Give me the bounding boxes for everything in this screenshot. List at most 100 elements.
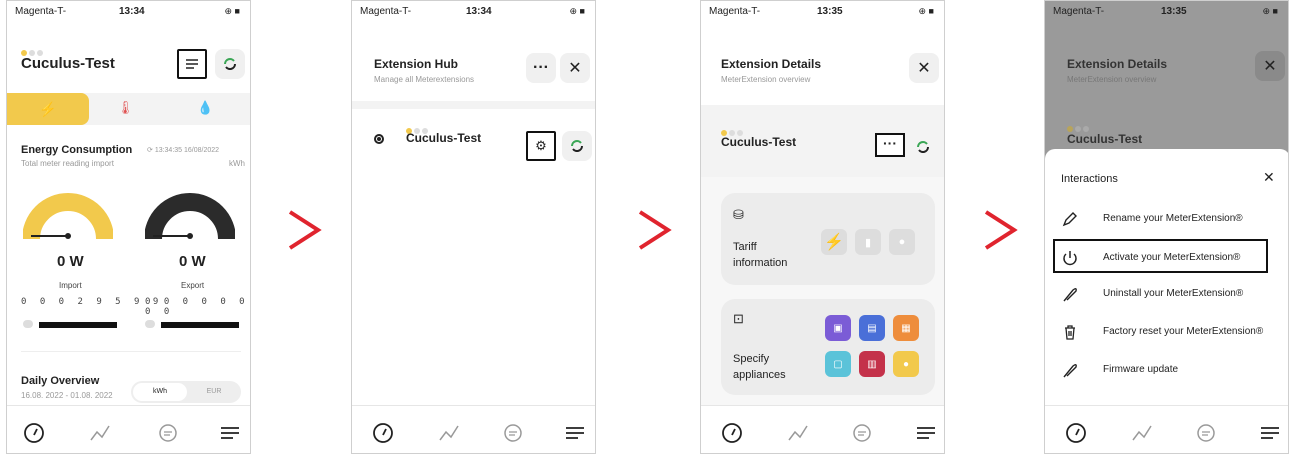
chat-nav-icon[interactable]: [500, 420, 526, 446]
refresh-button[interactable]: [562, 131, 592, 161]
menu-nav-icon[interactable]: [217, 420, 243, 446]
export-label: Export: [181, 281, 205, 290]
extension-name[interactable]: Cuculus-Test: [406, 131, 481, 145]
water-tile: ●: [889, 229, 915, 255]
bottom-nav: [7, 405, 250, 453]
fridge-icon: ▤: [867, 322, 877, 334]
electricity-tile: ⚡: [821, 229, 847, 255]
menu-button[interactable]: [177, 49, 207, 79]
gauge-nav-icon[interactable]: [1063, 420, 1089, 446]
more-button[interactable]: ···: [526, 53, 556, 83]
refresh-button[interactable]: [215, 49, 245, 79]
tariff-card[interactable]: ⛁ Tariff information ⚡ ▮ ●: [721, 193, 935, 285]
rename-extension-item[interactable]: Rename your MeterExtension®: [1045, 202, 1288, 236]
sheet-title: Interactions: [1061, 173, 1118, 185]
tab-water[interactable]: 💧: [197, 100, 213, 116]
close-button[interactable]: ✕: [560, 53, 590, 83]
clock: 13:35: [817, 6, 843, 17]
energy-tabs: ⚡ 🌡 💧: [7, 93, 250, 125]
factory-reset-label: Factory reset your MeterExtension®: [1103, 326, 1264, 337]
import-gauge: [23, 193, 113, 240]
flow-arrow-3: [984, 210, 1018, 250]
socket-icon: ▥: [867, 358, 877, 370]
refresh-icon: [224, 58, 236, 70]
settings-button[interactable]: ⚙: [526, 131, 556, 161]
daily-overview-title: Daily Overview: [21, 375, 100, 387]
gauge-nav-icon[interactable]: [719, 420, 745, 446]
lightning-icon: ⚡: [39, 100, 57, 117]
washer-icon: ▢: [833, 358, 843, 370]
close-button[interactable]: ✕: [909, 53, 939, 83]
tab-electricity[interactable]: ⚡: [7, 93, 89, 125]
coins-icon: ⛁: [733, 207, 744, 222]
trash-icon: [1065, 325, 1075, 340]
gauge-nav-icon[interactable]: [370, 420, 396, 446]
import-label: Import: [59, 281, 82, 290]
menu-nav-icon[interactable]: [913, 420, 939, 446]
feather-icon: [1063, 288, 1077, 302]
factory-reset-item[interactable]: Factory reset your MeterExtension®: [1045, 315, 1288, 349]
appliance-tile-lamp: ●: [893, 351, 919, 377]
toggle-eur[interactable]: EUR: [189, 383, 239, 401]
battery-icon: ⊕ ■: [918, 6, 934, 16]
export-badge: [145, 320, 155, 328]
tab-heat[interactable]: 🌡: [117, 100, 134, 116]
status-bar: Magenta-T- 13:34 ⊕ ■: [352, 1, 595, 25]
refresh-icon[interactable]: [915, 139, 931, 155]
import-value: 0 W: [57, 253, 84, 270]
oven-icon: ▣: [833, 322, 843, 334]
sheet-close-button[interactable]: ✕: [1263, 169, 1275, 186]
timestamp: ⟳ 13:34:35 16/08/2022: [147, 147, 220, 154]
screen-extension-details: Magenta-T- 13:35 ⊕ ■ Extension Details M…: [700, 0, 945, 454]
dishwasher-icon: ▦: [901, 322, 911, 334]
chart-nav-icon[interactable]: [1129, 420, 1155, 446]
activate-extension-item[interactable]: Activate your MeterExtension®: [1053, 239, 1268, 273]
page-subtitle: MeterExtension overview: [1067, 75, 1157, 84]
section-subtitle: Total meter reading import: [21, 159, 114, 168]
appliance-tile-socket: ▥: [859, 351, 885, 377]
carrier-label: Magenta-T-: [15, 6, 67, 17]
refresh-icon: [571, 140, 583, 152]
menu-nav-icon[interactable]: [1257, 420, 1283, 446]
washing-machine-icon: ⊡: [733, 311, 744, 326]
page-title: Extension Hub: [374, 57, 459, 71]
uninstall-extension-label: Uninstall your MeterExtension®: [1103, 288, 1244, 299]
appliance-tile-fridge: ▤: [859, 315, 885, 341]
lightning-icon: ⚡: [824, 234, 844, 251]
water-drop-icon: 💧: [197, 100, 214, 115]
toggle-kwh[interactable]: kWh: [133, 383, 187, 401]
chart-nav-icon[interactable]: [87, 420, 113, 446]
bottom-nav: [701, 405, 944, 453]
gauge-nav-icon[interactable]: [21, 420, 47, 446]
uninstall-extension-item[interactable]: Uninstall your MeterExtension®: [1045, 277, 1288, 311]
more-button[interactable]: ···: [875, 133, 905, 157]
page-subtitle: MeterExtension overview: [721, 75, 811, 84]
firmware-update-label: Firmware update: [1103, 364, 1179, 375]
screen-interactions-sheet: Magenta-T- 13:35 ⊕ ■ Extension Details M…: [1044, 0, 1289, 454]
page-subtitle: Manage all Meterextensions: [374, 75, 475, 84]
chat-nav-icon[interactable]: [849, 420, 875, 446]
chart-nav-icon[interactable]: [436, 420, 462, 446]
chat-nav-icon[interactable]: [1193, 420, 1219, 446]
chat-nav-icon[interactable]: [155, 420, 181, 446]
thermometer-icon: 🌡: [117, 100, 134, 115]
radio-selected[interactable]: [374, 134, 384, 144]
firmware-update-item[interactable]: Firmware update: [1045, 353, 1288, 387]
appliances-card[interactable]: ⊡ Specify appliances ▣ ▤ ▦ ▢ ▥ ●: [721, 299, 935, 395]
activate-extension-label: Activate your MeterExtension®: [1103, 252, 1241, 263]
chart-nav-icon[interactable]: [785, 420, 811, 446]
import-badge: [23, 320, 33, 328]
sync-icon: ⟳: [147, 147, 155, 154]
bottom-nav: [352, 405, 595, 453]
device-title: Cuculus-Test: [21, 55, 115, 72]
gear-icon: ⚙: [535, 138, 547, 153]
water-drop-icon: ●: [898, 236, 906, 248]
carrier-label: Magenta-T-: [709, 6, 761, 17]
menu-icon: [186, 59, 198, 69]
status-bar: Magenta-T- 13:35 ⊕ ■: [701, 1, 944, 25]
device-header: Cuculus-Test ···: [701, 105, 944, 177]
tariff-label: Tariff: [733, 241, 757, 253]
menu-nav-icon[interactable]: [562, 420, 588, 446]
bottom-nav: [1045, 405, 1288, 453]
unit-toggle[interactable]: kWh EUR: [131, 381, 241, 403]
